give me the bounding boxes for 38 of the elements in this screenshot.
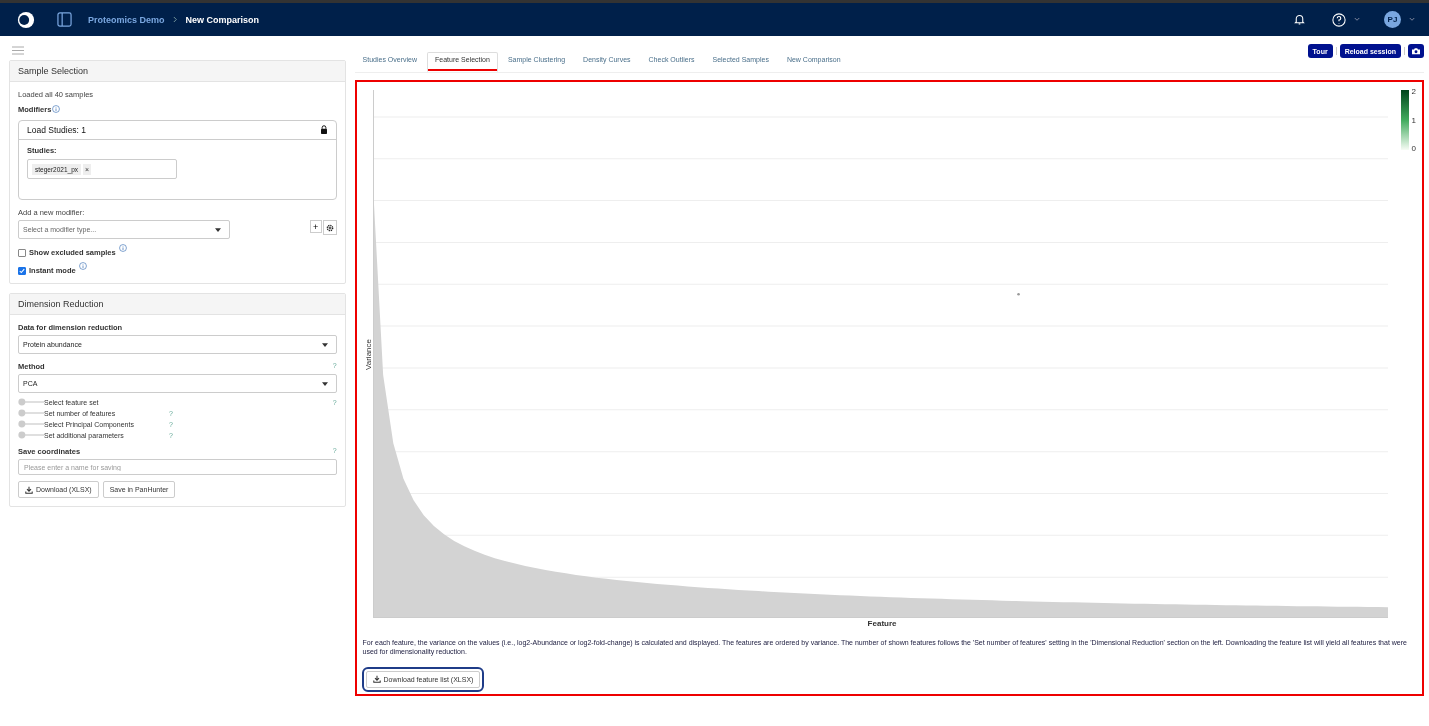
scale-tick-label: 1 (1411, 115, 1416, 125)
chevron-icon (172, 16, 178, 23)
scale-tick-label: 0 (1411, 144, 1416, 153)
user-avatar[interactable]: PJ (1384, 11, 1401, 28)
toggle-switch[interactable] (18, 398, 45, 406)
panel-title: Sample Selection (10, 61, 345, 82)
lock-icon (319, 125, 328, 134)
toggle-switch[interactable] (18, 409, 45, 417)
camera-icon[interactable] (1408, 44, 1424, 58)
settings-icon[interactable] (322, 220, 337, 235)
add-button[interactable]: + (309, 220, 322, 233)
y-axis-label: Variance (362, 338, 373, 373)
help-icon[interactable] (1332, 12, 1346, 27)
x-axis-label: Feature (866, 619, 898, 628)
menu-icon[interactable] (12, 46, 24, 55)
info-icon[interactable] (118, 244, 127, 252)
caret-icon[interactable] (1409, 17, 1415, 22)
sidebar-toggle-icon[interactable] (57, 12, 72, 27)
toggle-switch[interactable] (18, 431, 45, 439)
caret-icon[interactable] (1354, 17, 1360, 22)
bell-icon[interactable] (1293, 13, 1306, 26)
logo-icon (17, 10, 35, 29)
download-icon (25, 485, 33, 494)
panel-title: Dimension Reduction (10, 294, 345, 315)
card-title: Load Studies: 1 (27, 125, 87, 135)
info-icon[interactable] (52, 105, 61, 113)
caret-icon (321, 342, 328, 347)
toggle-switch[interactable] (18, 420, 45, 428)
color-scale-bar (1400, 90, 1409, 150)
info-icon[interactable] (78, 262, 87, 270)
checkbox[interactable] (18, 248, 26, 257)
caret-icon (321, 381, 328, 386)
breadcrumb-item[interactable]: Proteomics Demo (88, 14, 165, 25)
download-icon (372, 675, 381, 684)
checkbox[interactable] (18, 266, 26, 275)
caret-icon (215, 227, 221, 232)
scale-tick-label: 2 (1411, 87, 1416, 96)
breadcrumb-item: New Comparison (185, 14, 260, 25)
